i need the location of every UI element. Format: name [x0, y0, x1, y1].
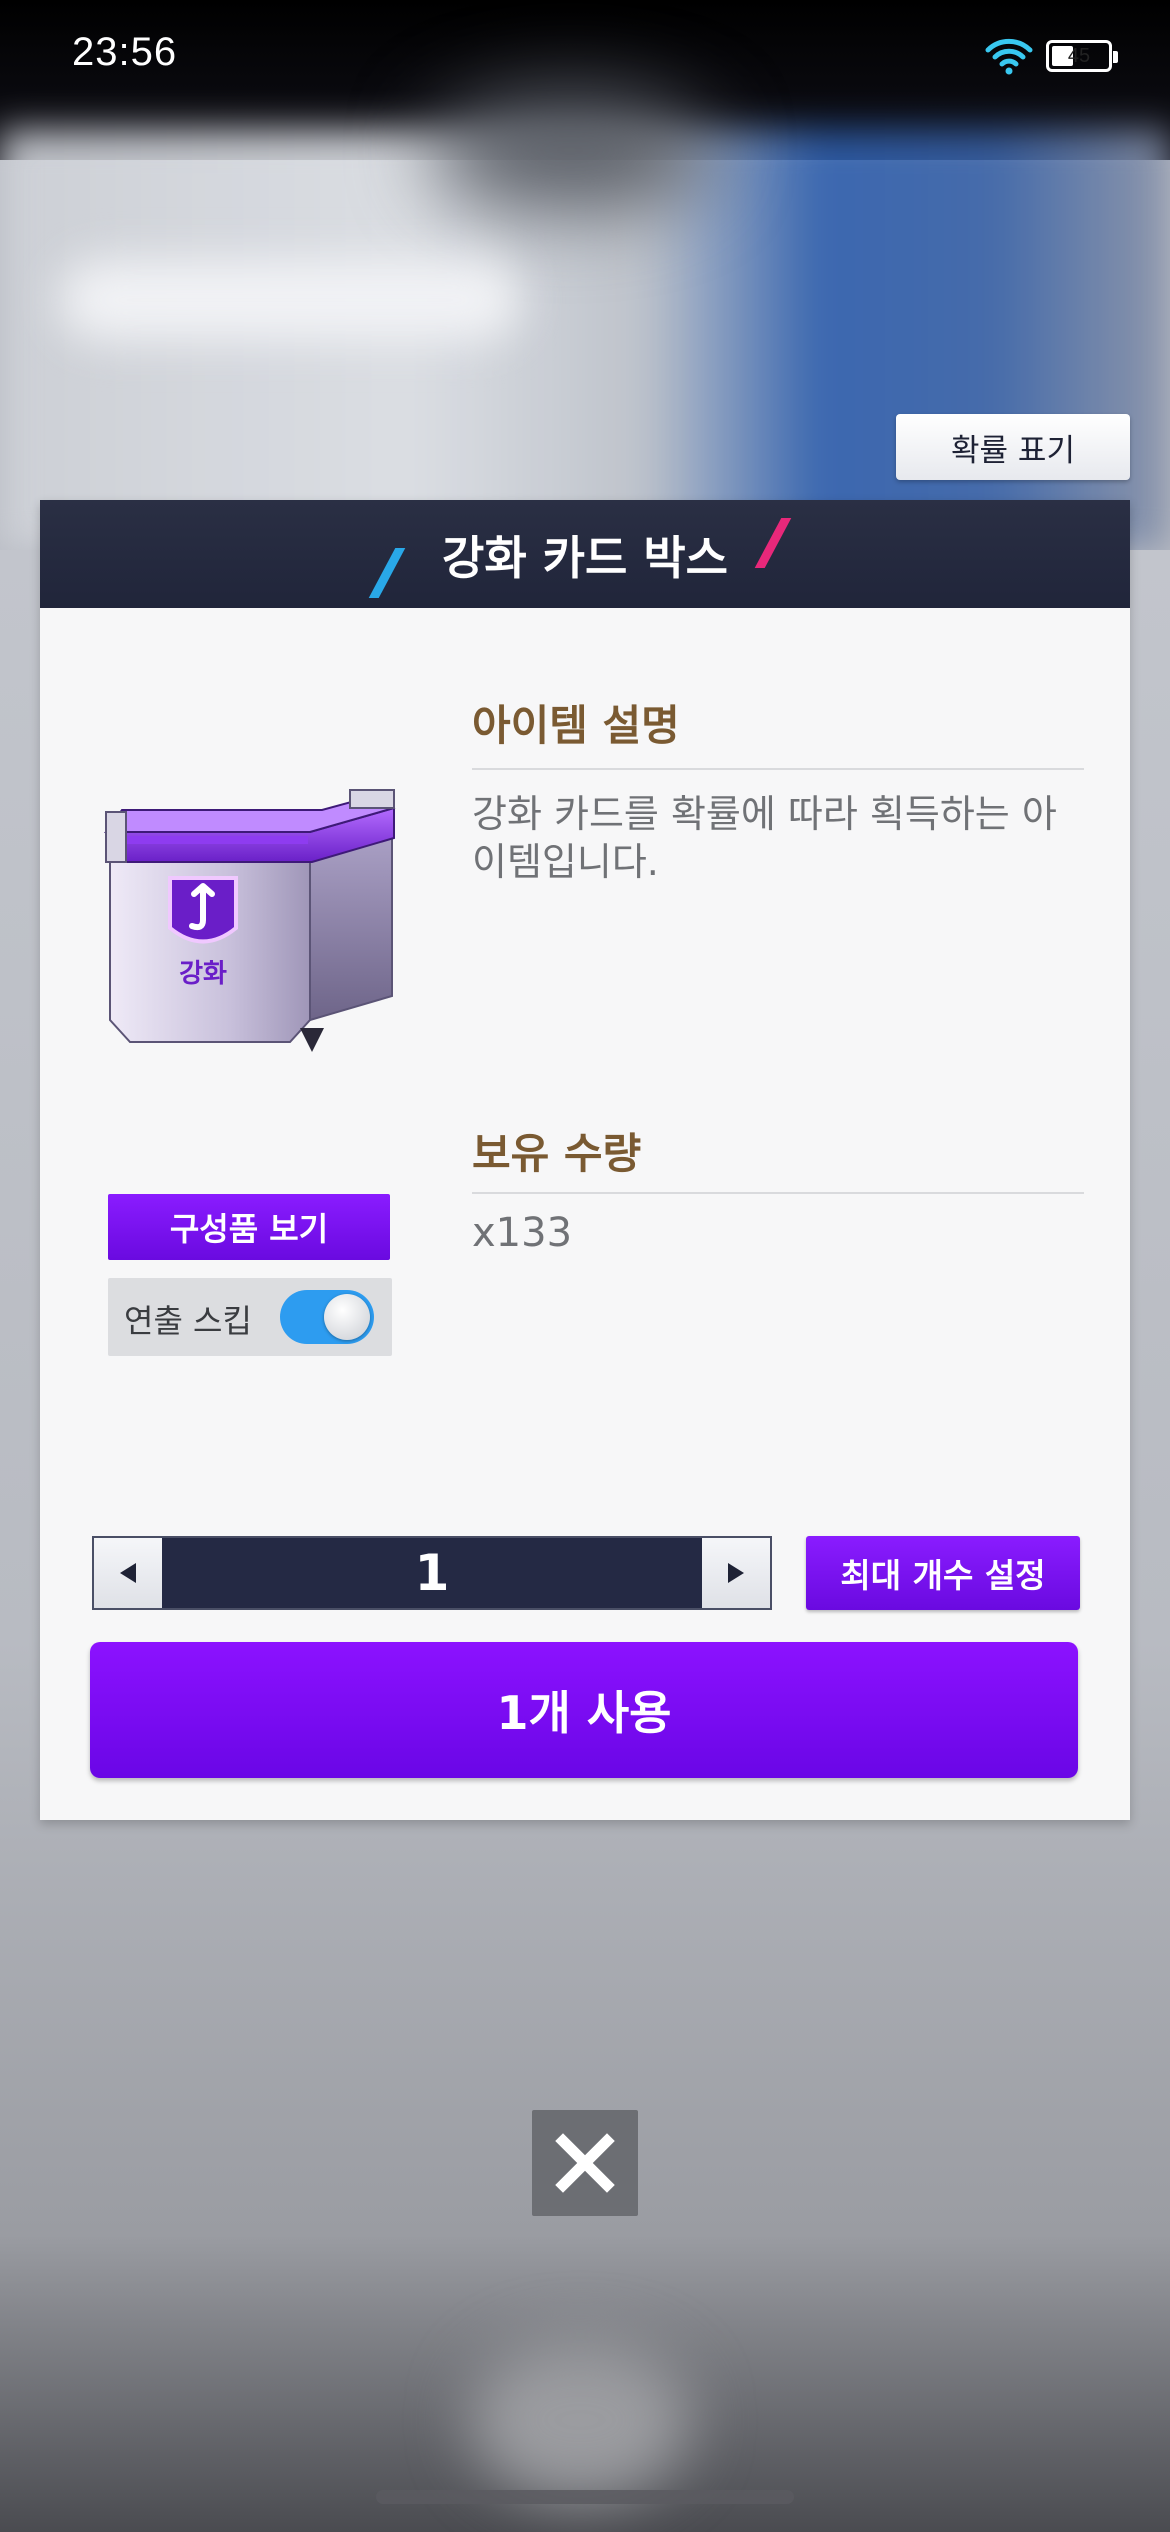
divider [472, 1192, 1084, 1194]
box-label: 강화 [179, 959, 227, 989]
triangle-left-icon [120, 1563, 136, 1583]
set-max-button[interactable]: 최대 개수 설정 [806, 1536, 1080, 1610]
triangle-right-icon [728, 1563, 744, 1583]
stepper-value[interactable]: 1 [162, 1538, 702, 1608]
item-description: 강화 카드를 확률에 따라 획득하는 아이템입니다. [472, 792, 1057, 884]
description-heading: 아이템 설명 [472, 701, 680, 750]
decrement-button[interactable] [94, 1538, 162, 1608]
quantity-stepper: 1 [92, 1536, 772, 1610]
use-button[interactable]: 1개 사용 [90, 1642, 1078, 1778]
skip-effect-label: 연출 스킵 [124, 1302, 252, 1340]
dialog-title: 강화 카드 박스 [442, 531, 728, 585]
status-bar: 23:56 45 [0, 0, 1170, 110]
status-time: 23:56 [72, 30, 178, 74]
wifi-icon [985, 38, 1033, 75]
close-button[interactable] [532, 2110, 638, 2216]
battery-level: 45 [1067, 45, 1091, 67]
dialog-header: 강화 카드 박스 [40, 500, 1130, 608]
quantity-heading: 보유 수량 [472, 1129, 642, 1178]
home-indicator [376, 2490, 794, 2504]
divider [472, 768, 1084, 770]
increment-button[interactable] [702, 1538, 770, 1608]
item-dialog: 강화 카드 박스 강화 아이템 설명 강화 카드를 확률에 따라 획득하는 아이… [40, 500, 1130, 1820]
view-contents-button[interactable]: 구성품 보기 [108, 1194, 390, 1260]
skip-effect-toggle[interactable] [280, 1290, 374, 1344]
skip-effect-row: 연출 스킵 [108, 1278, 392, 1356]
owned-quantity: x133 [472, 1210, 573, 1256]
toggle-knob [324, 1294, 370, 1340]
card-box-image: 강화 [104, 789, 396, 1052]
probability-button[interactable]: 확률 표기 [896, 414, 1130, 480]
battery-icon: 45 [1046, 40, 1118, 72]
close-icon [555, 2133, 615, 2193]
